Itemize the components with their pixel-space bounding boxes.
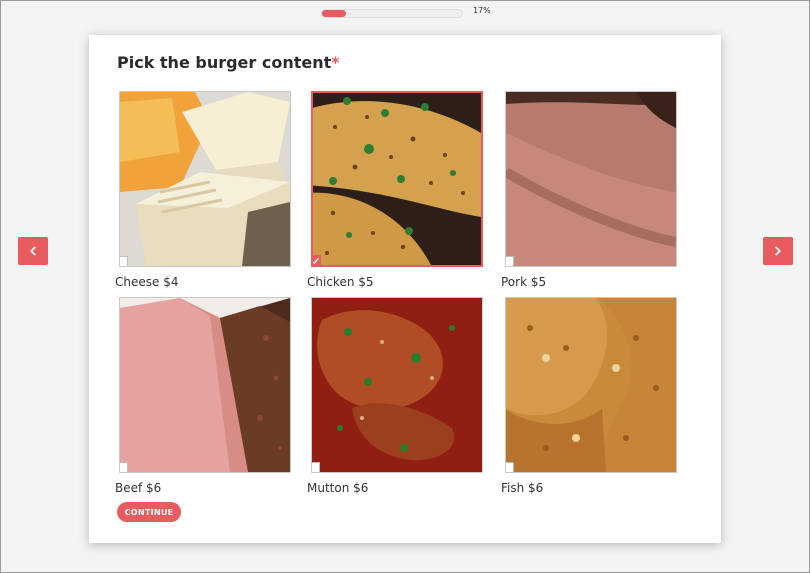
option-chicken[interactable]: Chicken $5 [307, 91, 485, 289]
option-label: Beef $6 [115, 481, 162, 495]
cheese-image [119, 91, 291, 267]
fish-image [505, 297, 677, 473]
option-fish[interactable]: Fish $6 [501, 297, 679, 495]
survey-frame: 17% Pick the burger content* Cheese $4 C… [0, 0, 810, 573]
option-label: Mutton $6 [307, 481, 369, 495]
checkbox-mutton[interactable] [312, 462, 320, 472]
progress-text: 17% [473, 6, 491, 15]
mutton-image [311, 297, 483, 473]
checkbox-chicken[interactable] [313, 255, 321, 265]
chicken-image [311, 91, 483, 267]
continue-button[interactable]: CONTINUE [117, 502, 181, 522]
checkbox-cheese[interactable] [120, 256, 128, 266]
beef-image [119, 297, 291, 473]
previous-button[interactable] [18, 237, 48, 265]
pork-image [505, 91, 677, 267]
progress-bar [321, 9, 463, 18]
next-button[interactable] [763, 237, 793, 265]
option-label: Cheese $4 [115, 275, 179, 289]
option-mutton[interactable]: Mutton $6 [307, 297, 485, 495]
question-title-text: Pick the burger content [117, 53, 332, 72]
chevron-right-icon [775, 246, 781, 256]
checkmark-icon [313, 258, 319, 264]
option-label: Fish $6 [501, 481, 544, 495]
option-label: Pork $5 [501, 275, 547, 289]
checkbox-beef[interactable] [120, 462, 128, 472]
checkbox-pork[interactable] [506, 256, 514, 266]
option-label: Chicken $5 [307, 275, 374, 289]
question-title: Pick the burger content* [117, 53, 340, 72]
question-card: Pick the burger content* Cheese $4 Chick… [89, 35, 721, 543]
chevron-left-icon [30, 246, 36, 256]
checkbox-fish[interactable] [506, 462, 514, 472]
required-mark: * [331, 53, 340, 72]
progress-fill [322, 10, 346, 17]
option-pork[interactable]: Pork $5 [501, 91, 679, 289]
option-cheese[interactable]: Cheese $4 [115, 91, 293, 289]
option-beef[interactable]: Beef $6 [115, 297, 293, 495]
